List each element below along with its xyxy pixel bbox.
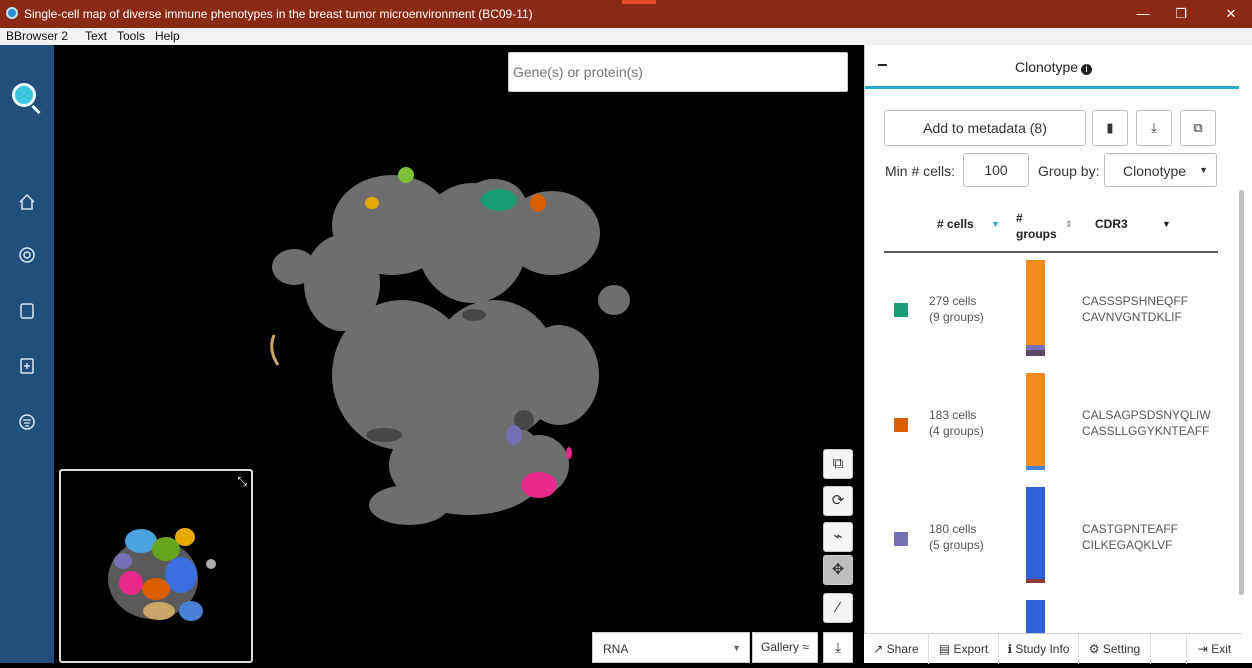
copy-icon: ⧉: [832, 455, 844, 472]
row-cells: 183 cells: [929, 408, 977, 422]
collapse-panel-button[interactable]: −: [877, 55, 888, 76]
clonotype-color-swatch: [894, 303, 908, 317]
chevron-down-icon: ▼: [732, 643, 741, 653]
export-button[interactable]: ▤ Export: [929, 634, 999, 664]
export-icon: ▤: [938, 642, 954, 656]
minimap[interactable]: ⤡: [59, 469, 253, 663]
bbrowser-logo-icon[interactable]: [12, 83, 36, 107]
download-map-button[interactable]: ⤓: [823, 632, 853, 663]
group-by-select[interactable]: Clonotype ▼: [1104, 153, 1217, 187]
sort-icon[interactable]: ⇕: [1065, 219, 1073, 230]
close-button[interactable]: ✕: [1216, 4, 1246, 24]
col-cdr3-header[interactable]: CDR3: [1095, 217, 1128, 231]
group-bar-segment: [1026, 466, 1045, 470]
chevron-down-icon: ▼: [1199, 165, 1208, 175]
download-button[interactable]: ⤓: [1136, 110, 1172, 146]
download-icon: ⤓: [834, 639, 842, 655]
title-bar: Single-cell map of diverse immune phenot…: [0, 0, 1252, 28]
row-cells: 279 cells: [929, 294, 977, 308]
minimap-plot: [108, 528, 216, 621]
copy-table-button[interactable]: ⧉: [1180, 110, 1216, 146]
row-groups: (5 groups): [929, 538, 984, 552]
group-bar-segment: [1026, 487, 1045, 579]
clonotype-color-swatch: [894, 418, 908, 432]
gene-search-input[interactable]: [513, 54, 843, 90]
magic-wand-icon: ⁄: [836, 599, 840, 616]
title-accent: [622, 0, 656, 4]
study-info-button[interactable]: ℹ Study Info: [999, 634, 1079, 664]
row-cells: 180 cells: [929, 522, 977, 536]
bottom-toolbar: ↗ Share ▤ Export ℹ Study Info ⚙ Setting …: [864, 633, 1242, 664]
add-to-metadata-button[interactable]: Add to metadata (8): [884, 110, 1086, 146]
home-icon[interactable]: [15, 193, 39, 217]
row-cdr3: CALSAGPSDSNYQLIW: [1082, 408, 1211, 422]
menu-help[interactable]: Help: [155, 29, 180, 43]
assay-select[interactable]: RNA ▼: [592, 632, 750, 663]
group-by-value: Clonotype: [1123, 163, 1187, 179]
min-cells-input[interactable]: [963, 153, 1029, 187]
gallery-button[interactable]: Gallery ≈: [752, 632, 818, 663]
menu-text[interactable]: Text: [85, 29, 107, 43]
file-button[interactable]: ▮: [1092, 110, 1128, 146]
clonotype-color-swatch: [894, 532, 908, 546]
setting-button[interactable]: ⚙ Setting: [1079, 634, 1151, 664]
minimize-button[interactable]: —: [1128, 4, 1158, 24]
chevron-down-icon[interactable]: ▼: [1162, 219, 1171, 229]
gear-icon: ⚙: [1088, 642, 1103, 656]
group-bar-segment: [1026, 579, 1045, 583]
refresh-icon: ⟳: [831, 492, 845, 509]
left-sidebar: [0, 45, 54, 663]
exit-icon: ⇥: [1197, 642, 1212, 656]
share-button[interactable]: ↗ Share: [864, 634, 929, 664]
app-logo-icon: [6, 7, 18, 19]
panel-header: − Clonotype i: [865, 45, 1239, 89]
file-icon: ▮: [1106, 120, 1114, 135]
group-bar-segment: [1026, 350, 1045, 356]
group-bar-segment: [1026, 260, 1045, 350]
collapse-icon[interactable]: ⤡: [237, 474, 247, 489]
copy-button[interactable]: ⧉: [823, 449, 853, 479]
menu-bar: BBrowser 2 Text Tools Help: [0, 28, 1252, 45]
panel-title: Clonotype i: [1015, 59, 1093, 75]
file-import-icon[interactable]: [15, 357, 39, 381]
table-header-divider: [884, 251, 1218, 253]
refresh-button[interactable]: ⟳: [823, 486, 853, 516]
copy-icon: ⧉: [1193, 120, 1203, 135]
row-groups: (9 groups): [929, 310, 984, 324]
window-title: Single-cell map of diverse immune phenot…: [24, 7, 533, 21]
row-groups: (4 groups): [929, 424, 984, 438]
blank-slot: [1151, 634, 1187, 664]
row-cdr3: CASSLLGGYKNTEAFF: [1082, 424, 1210, 438]
row-cdr3: CILKEGAQKLVF: [1082, 538, 1173, 552]
lifebuoy-icon[interactable]: [15, 246, 39, 270]
exit-button[interactable]: ⇥ Exit: [1187, 634, 1242, 664]
group-bar-segment: [1026, 373, 1045, 466]
col-groups-header[interactable]: # groups: [1016, 210, 1062, 242]
row-cdr3: CASSSPSHNEQFF: [1082, 294, 1189, 308]
assay-select-value: RNA: [603, 642, 629, 656]
group-bar-segment: [1026, 600, 1045, 633]
col-cells-header[interactable]: # cells: [937, 217, 974, 231]
row-cdr3: CASTGPNTEAFF: [1082, 522, 1179, 536]
move-icon: ✥: [831, 561, 845, 578]
gene-search-box[interactable]: [508, 52, 848, 92]
filter-icon[interactable]: [15, 413, 39, 437]
group-by-label: Group by:: [1038, 163, 1100, 179]
restore-button[interactable]: ❐: [1166, 4, 1196, 24]
magic-wand-button[interactable]: ⁄: [823, 593, 853, 623]
move-button[interactable]: ✥: [823, 555, 853, 585]
menu-bbrowser[interactable]: BBrowser 2: [6, 29, 68, 43]
sort-desc-icon[interactable]: ▼: [991, 219, 1000, 229]
download-icon: ⤓: [1151, 120, 1157, 135]
info-icon[interactable]: i: [1081, 64, 1093, 75]
notebook-icon[interactable]: [15, 302, 39, 326]
row-cdr3: CAVNVGNTDKLIF: [1082, 310, 1182, 324]
share-icon: ↗: [873, 642, 887, 656]
lasso-button[interactable]: ⌁: [823, 522, 853, 552]
menu-tools[interactable]: Tools: [117, 29, 145, 43]
min-cells-label: Min # cells:: [885, 163, 956, 179]
panel-scrollbar[interactable]: [1239, 190, 1244, 595]
lasso-icon: ⌁: [833, 528, 843, 545]
